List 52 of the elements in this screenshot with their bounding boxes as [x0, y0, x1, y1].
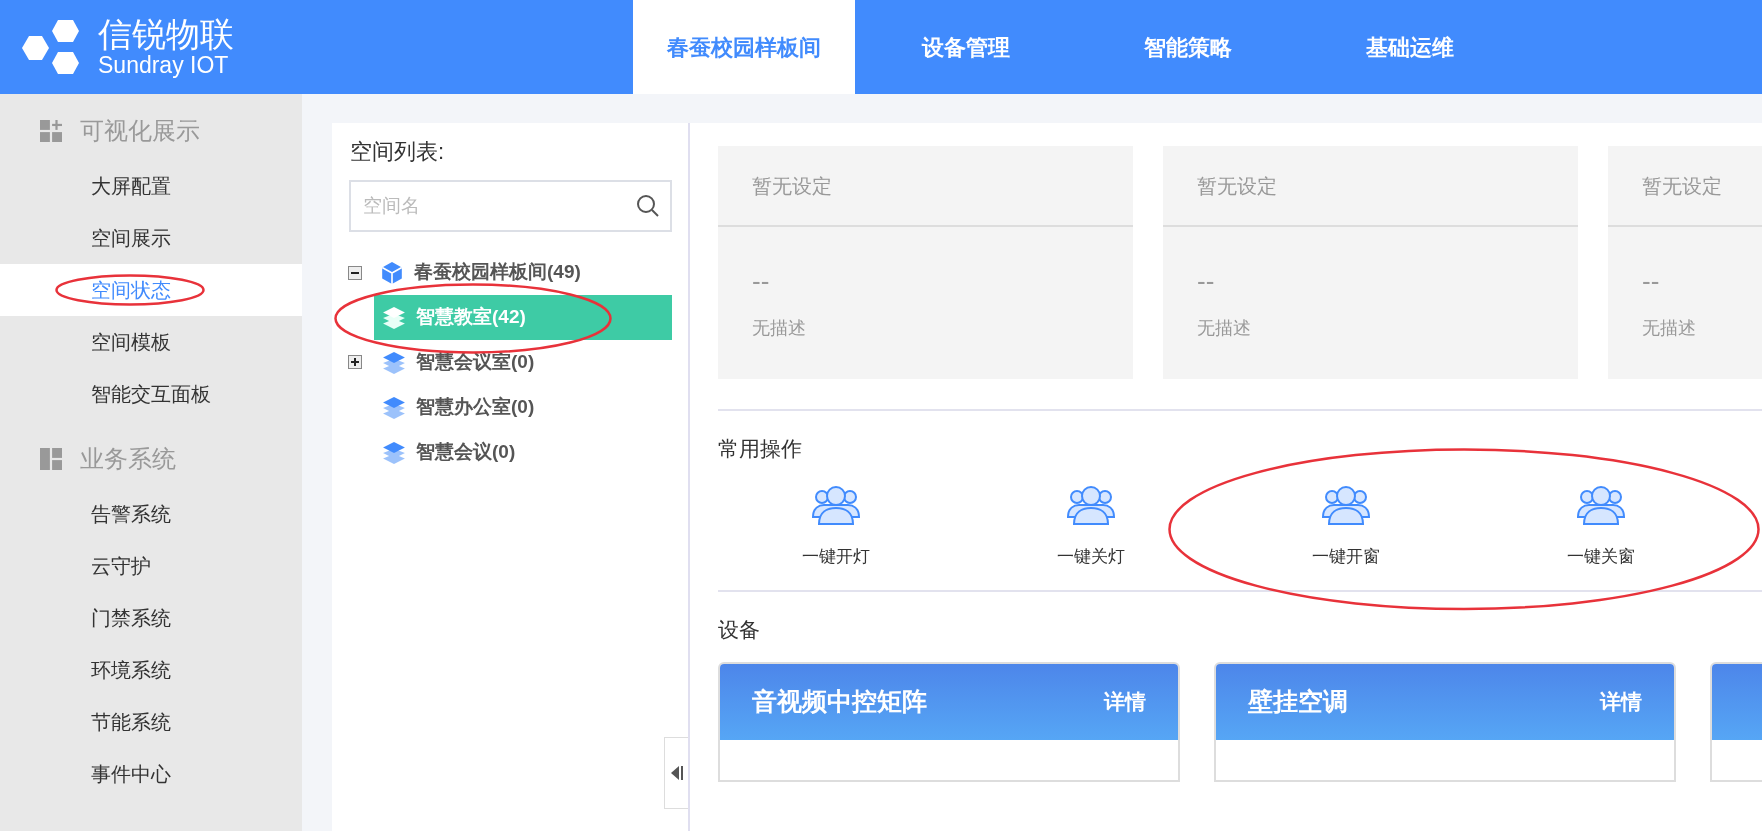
metric-description: 无描述 [1197, 318, 1251, 338]
sidebar-item[interactable]: 环境系统 [0, 644, 302, 696]
users-icon [810, 483, 861, 526]
sidebar-item[interactable]: 空间模板 [0, 316, 302, 368]
tree-node[interactable]: 春蚕校园样板间(49) [332, 250, 672, 295]
metric-description: 无描述 [1642, 318, 1696, 338]
sidebar-item[interactable]: 空间展示 [0, 212, 302, 264]
cube-icon [380, 260, 404, 285]
search-field[interactable]: 空间名 [349, 180, 672, 232]
grid-icon [40, 120, 62, 142]
layers-icon [382, 440, 406, 465]
sidebar-item[interactable]: 大屏配置 [0, 160, 302, 212]
sidebar-item[interactable]: 智能交互面板 [0, 368, 302, 420]
metric-title: 暂无设定 [1197, 173, 1277, 199]
sidebar-item[interactable]: 门禁系统 [0, 592, 302, 644]
metric-value: -- [752, 264, 770, 298]
users-icon [1065, 483, 1116, 526]
tree-node[interactable]: 智慧会议(0) [374, 430, 672, 475]
brand-subtitle: Sundray IOT [98, 53, 230, 79]
action-button[interactable]: 一键开灯 [708, 482, 963, 570]
layers-icon [382, 395, 406, 420]
sidebar-item[interactable]: 告警系统 [0, 488, 302, 540]
metric-value: -- [1197, 264, 1215, 298]
users-icon [1320, 483, 1371, 526]
sidebar-group-title: 可视化展示 [80, 116, 200, 146]
sidebar-item[interactable]: 节能系统 [0, 696, 302, 748]
sidebar-item[interactable]: 云守护 [0, 540, 302, 592]
section-title: 设备 [718, 617, 761, 643]
metric-title: 暂无设定 [1642, 173, 1722, 199]
metric-value: -- [1642, 264, 1660, 298]
action-button[interactable]: 一键关窗 [1473, 482, 1728, 570]
users-icon [1575, 483, 1626, 526]
tree-node[interactable]: 智慧会议室(0) [374, 340, 672, 385]
device-title: 音视频中控矩阵 [752, 685, 927, 717]
collapse-handle[interactable] [664, 737, 688, 809]
grid-icon [40, 448, 62, 470]
sidebar-item[interactable]: 事件中心 [0, 748, 302, 800]
search-icon [636, 194, 660, 218]
collapse-icon[interactable] [348, 265, 362, 280]
metric-description: 无描述 [752, 318, 806, 338]
metric-title: 暂无设定 [752, 173, 832, 199]
panel-title: 空间列表: [349, 138, 446, 166]
device-title: 壁挂空调 [1248, 685, 1348, 717]
brand-name: 信锐物联 [98, 15, 234, 54]
tree-node[interactable]: 智慧办公室(0) [374, 385, 672, 430]
section-title: 常用操作 [718, 436, 803, 462]
action-button[interactable]: 一键关灯 [963, 482, 1218, 570]
layers-icon [382, 305, 406, 330]
expand-icon[interactable] [348, 355, 362, 369]
layers-icon [382, 350, 406, 375]
sidebar-group-title: 业务系统 [80, 444, 176, 474]
action-button[interactable]: 一键开窗 [1218, 482, 1473, 570]
